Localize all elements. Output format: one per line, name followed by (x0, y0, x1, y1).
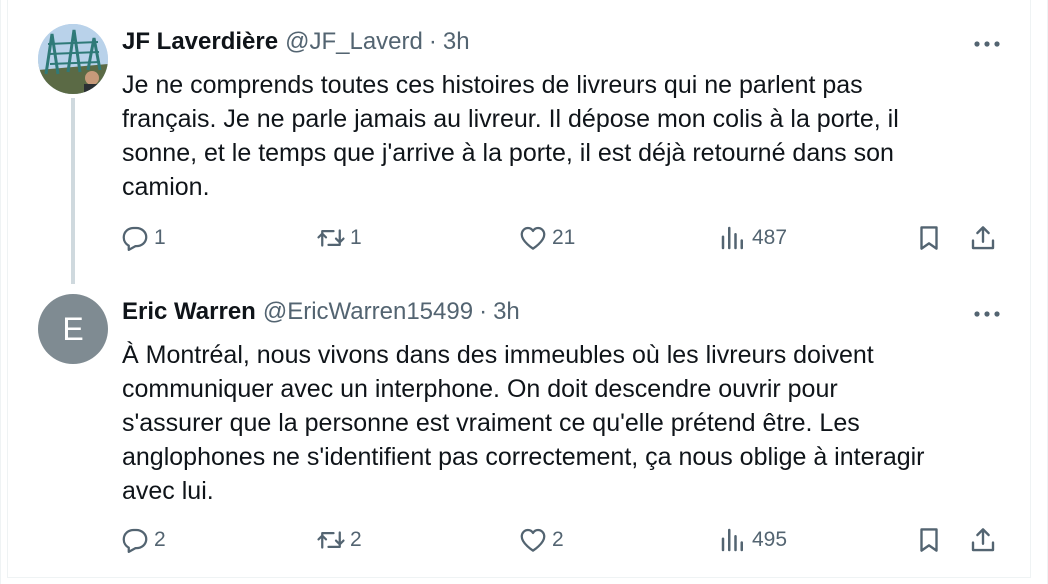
repost-icon (317, 229, 345, 247)
views-chart-icon (721, 226, 743, 250)
more-horizontal-icon (974, 41, 1000, 47)
tweet-header: JF Laverdière @JF_Laverd · 3h (122, 28, 470, 56)
tweet-actions: 1 1 21 487 (0, 218, 1048, 258)
timestamp[interactable]: 3h (493, 298, 520, 326)
separator-dot: · (479, 298, 488, 325)
reply-icon (122, 226, 148, 251)
tweet-text: Je ne comprends toutes ces histoires de … (122, 71, 899, 201)
timestamp[interactable]: 3h (443, 28, 470, 56)
like-count: 21 (552, 226, 576, 249)
heart-icon (520, 226, 546, 250)
view-count: 487 (752, 226, 788, 249)
views-button[interactable]: 495 (718, 520, 787, 560)
reply-icon (122, 528, 148, 553)
repost-count: 2 (350, 528, 362, 551)
display-name[interactable]: Eric Warren (122, 298, 256, 326)
avatar-photo-image (38, 24, 108, 94)
tweet[interactable]: JF Laverdière @JF_Laverd · 3h Je ne comp… (0, 0, 1048, 284)
display-name[interactable]: JF Laverdière (122, 28, 278, 56)
user-handle[interactable]: @EricWarren15499 (263, 298, 473, 326)
more-options-button[interactable] (972, 32, 1002, 56)
repost-icon (317, 531, 345, 549)
repost-button[interactable]: 1 (316, 218, 362, 258)
tweet-text: À Montréal, nous vivons dans des immeubl… (122, 341, 925, 505)
like-count: 2 (552, 528, 564, 551)
bookmark-icon (920, 226, 938, 250)
reply-button[interactable]: 1 (120, 218, 166, 258)
reply-button[interactable]: 2 (120, 520, 166, 560)
bookmark-button[interactable] (914, 218, 944, 258)
share-icon (971, 226, 995, 250)
bookmark-icon (920, 528, 938, 552)
views-button[interactable]: 487 (718, 218, 787, 258)
avatar[interactable] (38, 24, 108, 94)
share-icon (971, 528, 995, 552)
more-horizontal-icon (974, 311, 1000, 317)
like-button[interactable]: 2 (518, 520, 564, 560)
view-count: 495 (752, 528, 788, 551)
share-button[interactable] (968, 218, 998, 258)
repost-button[interactable]: 2 (316, 520, 362, 560)
bookmark-button[interactable] (914, 520, 944, 560)
more-options-button[interactable] (972, 302, 1002, 326)
reply-count: 1 (154, 226, 166, 249)
avatar[interactable]: E (38, 294, 108, 364)
user-handle[interactable]: @JF_Laverd (285, 28, 423, 56)
avatar-initial: E (62, 310, 84, 347)
reply-count: 2 (154, 528, 166, 551)
tweet[interactable]: E Eric Warren @EricWarren15499 · 3h À Mo… (0, 270, 1048, 580)
like-button[interactable]: 21 (518, 218, 575, 258)
tweet-actions: 2 2 2 495 (0, 520, 1048, 560)
tweet-header: Eric Warren @EricWarren15499 · 3h (122, 298, 520, 326)
views-chart-icon (721, 528, 743, 552)
share-button[interactable] (968, 520, 998, 560)
separator-dot: · (428, 28, 437, 55)
heart-icon (520, 528, 546, 552)
repost-count: 1 (350, 226, 362, 249)
